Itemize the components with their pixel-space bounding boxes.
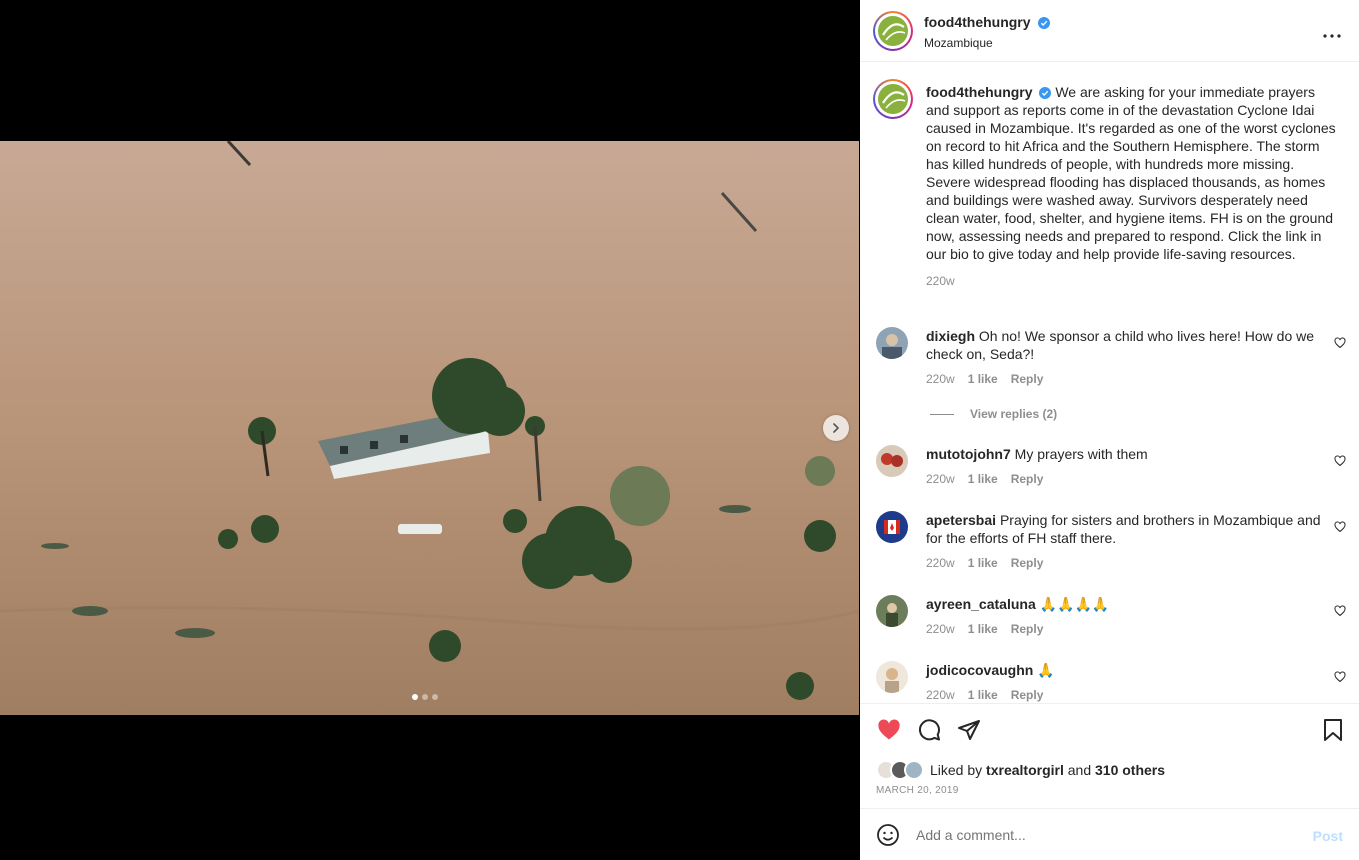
comment-meta: 220w 1 like Reply <box>926 472 1043 486</box>
comment-age[interactable]: 220w <box>926 556 955 570</box>
comment-reply-button[interactable]: Reply <box>1011 372 1044 386</box>
comment-likes[interactable]: 1 like <box>968 472 998 486</box>
add-comment-input[interactable] <box>916 827 1296 843</box>
comment-meta: 220w 1 like Reply <box>926 372 1043 386</box>
comment-likes[interactable]: 1 like <box>968 372 998 386</box>
media-viewer <box>0 0 860 860</box>
post-date[interactable]: MARCH 20, 2019 <box>876 785 959 796</box>
comment-meta: 220w 1 like Reply <box>926 556 1043 570</box>
caption-body: We are asking for your immediate prayers… <box>926 84 1336 262</box>
author-username[interactable]: food4thehungry <box>924 14 1031 30</box>
comment-age[interactable]: 220w <box>926 688 955 702</box>
comment-bubble-icon[interactable] <box>917 718 941 742</box>
comment-age[interactable]: 220w <box>926 622 955 636</box>
post-actions: Liked by txrealtorgirl and 310 others MA… <box>860 703 1359 808</box>
more-horizontal-icon <box>1323 34 1341 38</box>
comment-age[interactable]: 220w <box>926 472 955 486</box>
comment-username[interactable]: apetersbai <box>926 512 996 528</box>
commenter-avatar[interactable] <box>876 327 908 359</box>
view-replies-label: View replies (2) <box>970 407 1058 421</box>
caption-age[interactable]: 220w <box>926 272 1336 290</box>
comment-username[interactable]: ayreen_cataluna <box>926 596 1036 612</box>
likes-summary: Liked by txrealtorgirl and 310 others <box>876 760 1165 780</box>
comment-like-heart-icon[interactable] <box>1334 521 1346 533</box>
comment-reply-button[interactable]: Reply <box>1011 688 1044 702</box>
comment-username[interactable]: mutotojohn7 <box>926 446 1011 462</box>
chevron-right-icon <box>833 423 840 433</box>
comment-reply-button[interactable]: Reply <box>1011 556 1044 570</box>
caption-author-avatar[interactable] <box>873 79 913 119</box>
author-avatar[interactable] <box>873 11 913 51</box>
comment-likes[interactable]: 1 like <box>968 556 998 570</box>
fh-logo-icon <box>878 84 908 114</box>
likes-and: and <box>1067 762 1092 778</box>
post-comment-button[interactable]: Post <box>1313 828 1343 844</box>
comment-body: ayreen_cataluna 🙏🙏🙏🙏 <box>926 595 1321 613</box>
post-side-panel: food4thehungry Mozambique food4thehungry… <box>860 0 1359 860</box>
commenter-avatar[interactable] <box>876 445 908 477</box>
emoji-picker-icon[interactable] <box>876 823 900 847</box>
carousel-next-button[interactable] <box>823 415 849 441</box>
comment-text: My prayers with them <box>1014 446 1148 462</box>
fh-logo-icon <box>878 16 908 46</box>
heart-liked-icon[interactable] <box>876 718 902 742</box>
caption-username[interactable]: food4thehungry <box>926 84 1033 100</box>
author-block: food4thehungry Mozambique <box>924 14 1050 50</box>
comment-body: mutotojohn7 My prayers with them <box>926 445 1321 463</box>
comment-body: apetersbai Praying for sisters and broth… <box>926 511 1321 547</box>
carousel-dot <box>422 694 428 700</box>
comment-composer: Post <box>860 808 1359 860</box>
comments-list[interactable]: food4thehungry We are asking for your im… <box>860 63 1359 703</box>
commenter-avatar[interactable] <box>876 595 908 627</box>
commenter-avatar[interactable] <box>876 661 908 693</box>
comment-likes[interactable]: 1 like <box>968 622 998 636</box>
likes-others-link[interactable]: 310 others <box>1095 762 1165 778</box>
comment-like-heart-icon[interactable] <box>1334 337 1346 349</box>
comment-text: 🙏🙏🙏🙏 <box>1039 596 1110 612</box>
view-replies-button[interactable]: View replies (2) <box>930 407 1057 421</box>
post-location[interactable]: Mozambique <box>924 36 1050 50</box>
replies-divider-line <box>930 413 954 415</box>
comment-likes[interactable]: 1 like <box>968 688 998 702</box>
comment-body: jodicocovaughn 🙏 <box>926 661 1321 679</box>
carousel-dot-active <box>412 694 418 700</box>
comment-like-heart-icon[interactable] <box>1334 605 1346 617</box>
carousel-dot <box>432 694 438 700</box>
comment-reply-button[interactable]: Reply <box>1011 622 1044 636</box>
post-caption: food4thehungry We are asking for your im… <box>926 83 1336 290</box>
likes-prefix: Liked by <box>930 762 983 778</box>
more-options-button[interactable] <box>1323 22 1341 43</box>
post-header: food4thehungry Mozambique <box>860 0 1359 62</box>
comment-meta: 220w 1 like Reply <box>926 622 1043 636</box>
liker-avatar <box>904 760 924 780</box>
comment-like-heart-icon[interactable] <box>1334 671 1346 683</box>
verified-badge-icon <box>1038 17 1050 29</box>
comment-age[interactable]: 220w <box>926 372 955 386</box>
carousel-dots <box>412 694 438 700</box>
comment-username[interactable]: jodicocovaughn <box>926 662 1033 678</box>
comment-reply-button[interactable]: Reply <box>1011 472 1044 486</box>
comment-meta: 220w 1 like Reply <box>926 688 1043 702</box>
comment-text: 🙏 <box>1037 662 1055 678</box>
share-paper-plane-icon[interactable] <box>957 718 981 742</box>
post-photo[interactable] <box>0 141 859 715</box>
comment-like-heart-icon[interactable] <box>1334 455 1346 467</box>
comment-text: Oh no! We sponsor a child who lives here… <box>926 328 1315 362</box>
verified-badge-icon <box>1039 87 1052 99</box>
instagram-post-viewer: food4thehungry Mozambique food4thehungry… <box>0 0 1359 860</box>
comment-body: dixiegh Oh no! We sponsor a child who li… <box>926 327 1321 363</box>
liked-by-username[interactable]: txrealtorgirl <box>986 762 1064 778</box>
commenter-avatar[interactable] <box>876 511 908 543</box>
comment-username[interactable]: dixiegh <box>926 328 975 344</box>
liker-avatars[interactable] <box>876 760 924 780</box>
bookmark-save-icon[interactable] <box>1322 718 1344 742</box>
